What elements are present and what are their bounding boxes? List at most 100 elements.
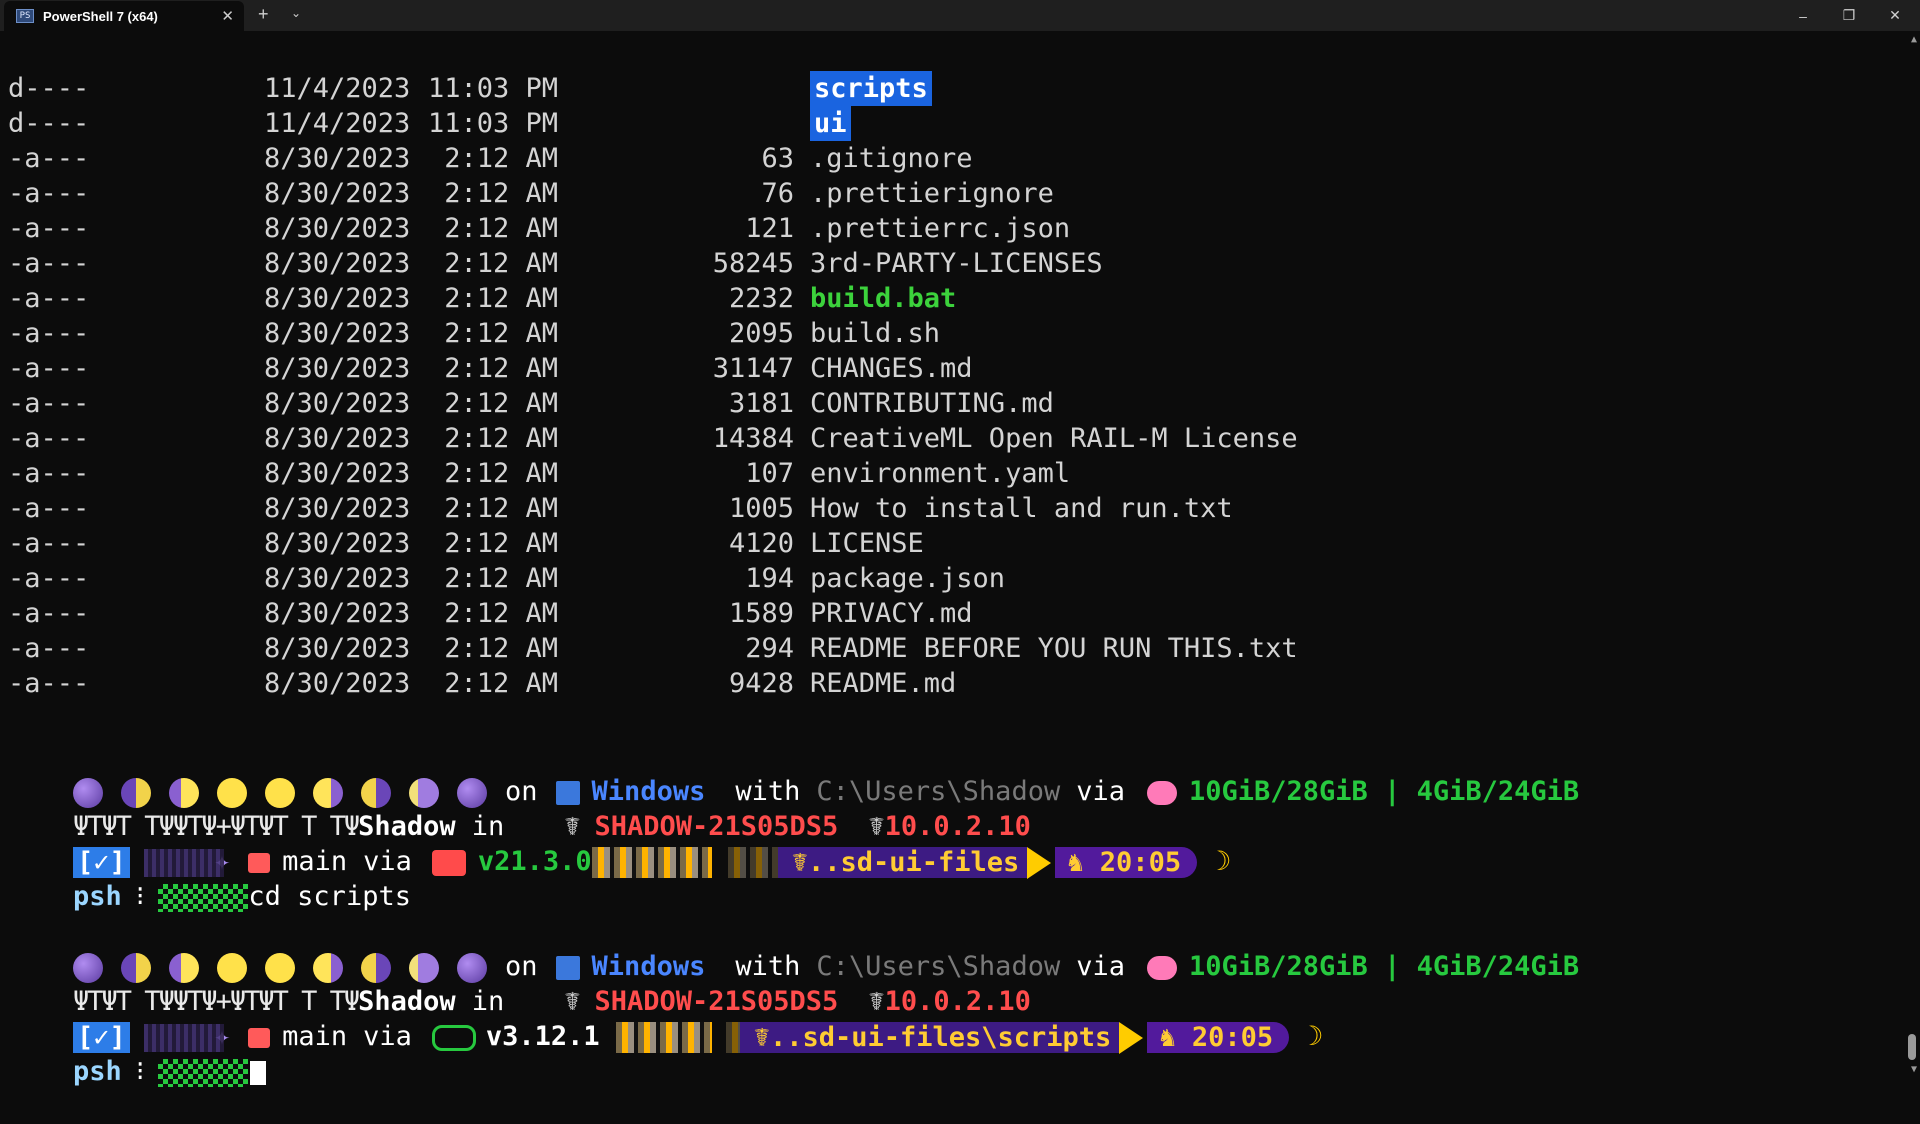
file-date: 8/30/2023 xyxy=(264,493,411,524)
file-time: 2:12 AM xyxy=(444,458,558,489)
file-name: package.json xyxy=(810,563,1006,594)
scroll-up-icon[interactable]: ▲ xyxy=(1911,34,1917,45)
scrollbar[interactable] xyxy=(1904,31,1920,1077)
python-icon xyxy=(431,1024,476,1051)
powershell-icon: PS xyxy=(16,9,34,23)
clock: 20:05 xyxy=(1099,847,1182,878)
file-mode: -a--- xyxy=(8,528,90,559)
file-name: LICENSE xyxy=(810,528,924,559)
file-date: 11/4/2023 xyxy=(264,108,411,139)
listing-row: d---- 11/4/2023 11:03 PM ui xyxy=(8,106,851,141)
maximize-button[interactable]: ❐ xyxy=(1826,0,1872,31)
file-time: 2:12 AM xyxy=(444,318,558,349)
file-time: 2:12 AM xyxy=(444,668,558,699)
listing-row: -a--- 8/30/2023 2:12 AM 2095 build.sh xyxy=(8,316,940,351)
brain-icon xyxy=(1147,955,1177,980)
file-size: 294 xyxy=(745,633,794,664)
via-label: via xyxy=(1076,776,1125,807)
file-name: scripts xyxy=(810,71,932,106)
listing-row: -a--- 8/30/2023 2:12 AM 3181 CONTRIBUTING.md xyxy=(8,386,1054,421)
file-time: 2:12 AM xyxy=(444,248,558,279)
file-time: 2:12 AM xyxy=(444,213,558,244)
file-date: 8/30/2023 xyxy=(264,388,411,419)
file-name: CONTRIBUTING.md xyxy=(810,388,1054,419)
terminal-tab[interactable]: PS PowerShell 7 (x64) ✕ xyxy=(4,1,244,31)
prompt-line-3: [✓]✦mainviav21.3.0☤..sd-ui-files♞ 20:05☽ xyxy=(8,809,1231,879)
prompt-line-2: ΨΤΨΤ ΤΨΨΤΨ+ΨΤΨΤ Τ ΤΨShadow in ☤ SHADOW-21S0… xyxy=(8,774,1031,842)
file-size: 1005 xyxy=(728,493,794,524)
file-name: environment.yaml xyxy=(810,458,1071,489)
file-size: 121 xyxy=(745,213,794,244)
file-time: 2:12 AM xyxy=(444,423,558,454)
chevron-down-icon[interactable]: ⌄ xyxy=(291,6,301,20)
prompt-line-2: ΨΤΨΤ ΤΨΨΤΨ+ΨΤΨΤ Τ ΤΨShadow in ☤ SHADOW-21S0… xyxy=(8,949,1031,1017)
file-date: 8/30/2023 xyxy=(264,633,411,664)
listing-row: -a--- 8/30/2023 2:12 AM 1589 PRIVACY.md xyxy=(8,596,973,631)
prompt-line-4: psh ⁝ cd scripts xyxy=(8,844,411,912)
glitch-stripes xyxy=(591,847,712,878)
file-mode: -a--- xyxy=(8,423,90,454)
listing-row: d---- 11/4/2023 11:03 PM scripts xyxy=(8,71,932,106)
scrollbar-thumb[interactable] xyxy=(1908,1034,1916,1060)
file-date: 8/30/2023 xyxy=(264,178,411,209)
file-time: 2:12 AM xyxy=(444,353,558,384)
file-size: 194 xyxy=(745,563,794,594)
directory-segment: ☤..sd-ui-files\scripts xyxy=(739,1022,1120,1053)
file-date: 8/30/2023 xyxy=(264,598,411,629)
file-name: .prettierrc.json xyxy=(810,213,1071,244)
file-mode: -a--- xyxy=(8,493,90,524)
file-size: 107 xyxy=(745,458,794,489)
file-mode: -a--- xyxy=(8,143,90,174)
memory-usage: 10GiB/28GiB | 4GiB/24GiB xyxy=(1189,776,1580,807)
segment-separator xyxy=(1027,846,1052,879)
file-size: 3181 xyxy=(728,388,794,419)
prompt-line-3: [✓]✦mainviav3.12.1☤..sd-ui-files\scripts… xyxy=(8,984,1323,1054)
close-window-button[interactable]: ✕ xyxy=(1872,0,1918,31)
listing-row: -a--- 8/30/2023 2:12 AM 194 package.json xyxy=(8,561,1005,596)
file-mode: -a--- xyxy=(8,178,90,209)
file-name: build.bat xyxy=(810,283,957,314)
file-date: 8/30/2023 xyxy=(264,213,411,244)
clock-segment: ♞ 20:05 xyxy=(1147,1022,1290,1053)
file-mode: -a--- xyxy=(8,353,90,384)
runtime-version: v21.3.0 xyxy=(477,846,592,877)
file-time: 2:12 AM xyxy=(444,143,558,174)
file-size: 31147 xyxy=(712,353,794,384)
brain-icon xyxy=(1147,780,1177,805)
file-mode: -a--- xyxy=(8,283,90,314)
pixel-art-icon xyxy=(158,883,249,912)
minimize-button[interactable]: – xyxy=(1780,0,1826,31)
file-date: 8/30/2023 xyxy=(264,283,411,314)
clock: 20:05 xyxy=(1191,1022,1274,1053)
glitch-stripes xyxy=(615,1022,712,1053)
listing-row: -a--- 8/30/2023 2:12 AM 58245 3rd-PARTY-LICE… xyxy=(8,246,1103,281)
file-mode: -a--- xyxy=(8,248,90,279)
tab-close-icon[interactable]: ✕ xyxy=(221,7,234,25)
file-name: 3rd-PARTY-LICENSES xyxy=(810,248,1103,279)
file-size: 63 xyxy=(761,143,794,174)
file-date: 8/30/2023 xyxy=(264,563,411,594)
scroll-down-icon[interactable]: ▼ xyxy=(1911,1064,1917,1075)
file-date: 8/30/2023 xyxy=(264,353,411,384)
listing-row: -a--- 8/30/2023 2:12 AM 121 .prettierrc.json xyxy=(8,211,1070,246)
prompt-line-4[interactable]: psh ⁝ xyxy=(8,1019,267,1087)
file-date: 8/30/2023 xyxy=(264,248,411,279)
file-date: 8/30/2023 xyxy=(264,528,411,559)
command-text: cd scripts xyxy=(248,881,411,912)
file-name: README.md xyxy=(810,668,957,699)
segment-separator xyxy=(1119,1021,1144,1054)
terminal-output[interactable]: d---- 11/4/2023 11:03 PM scripts d---- 11/4/2… xyxy=(0,31,1904,1087)
file-size: 14384 xyxy=(712,423,794,454)
eye-icon: ☤ xyxy=(753,1022,770,1053)
file-size: 1589 xyxy=(728,598,794,629)
via-label: via xyxy=(1076,951,1125,982)
listing-row: -a--- 8/30/2023 2:12 AM 107 environment.yaml xyxy=(8,456,1070,491)
cat-icon: ♞ xyxy=(1159,1022,1192,1053)
via-label: via xyxy=(363,1021,412,1052)
file-time: 2:12 AM xyxy=(444,598,558,629)
file-mode: -a--- xyxy=(8,668,90,699)
new-tab-button[interactable]: + xyxy=(258,4,269,25)
memory-usage: 10GiB/28GiB | 4GiB/24GiB xyxy=(1189,951,1580,982)
file-time: 2:12 AM xyxy=(444,178,558,209)
current-directory: ..sd-ui-files\scripts xyxy=(769,1022,1112,1053)
